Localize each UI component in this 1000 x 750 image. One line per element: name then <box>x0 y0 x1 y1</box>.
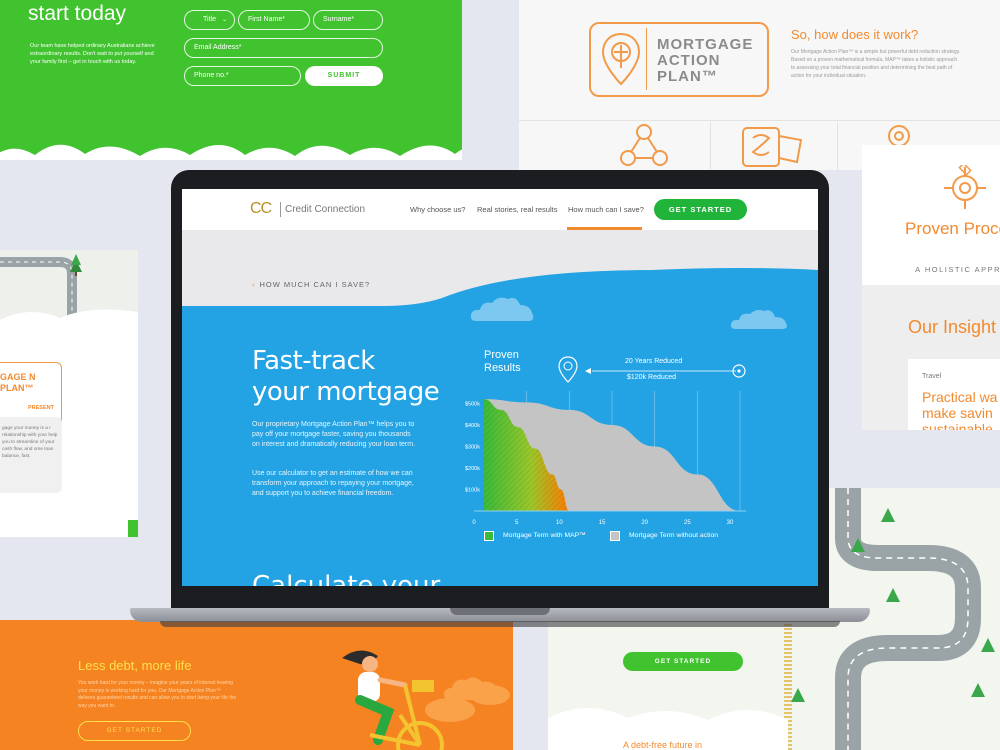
map-logo-text: MORTGAGE ACTION PLAN™ <box>657 36 754 85</box>
form-title: start today <box>28 2 127 25</box>
map-pin-icon <box>558 356 578 383</box>
money-icon <box>742 127 803 167</box>
insight-title: Practical wa make savin sustainable <box>922 389 998 430</box>
y-tick-label: $300k <box>465 444 480 450</box>
laptop-notch <box>450 608 550 615</box>
divider <box>837 122 838 170</box>
background-proven-panel: Proven Process A HOLISTIC APPROA Our Ins… <box>862 145 1000 430</box>
x-tick-label: 30 <box>727 520 734 526</box>
mini-card-text: gage your money is a r relationship with… <box>0 417 62 493</box>
x-tick-label: 15 <box>599 520 606 526</box>
cloud-icon <box>444 677 506 700</box>
legend-swatch-with-map <box>484 531 494 541</box>
email-field[interactable]: Email Address* <box>184 38 383 58</box>
form-description: Our team have helped ordinary Australian… <box>30 43 155 65</box>
y-tick-label: $200k <box>465 466 480 472</box>
surname-field[interactable]: Surname* <box>313 10 383 30</box>
laptop-shadow <box>160 621 840 627</box>
road-get-started-button[interactable]: GET STARTED <box>623 652 743 671</box>
insights-heading: Our Insight <box>908 317 997 337</box>
x-tick-label: 5 <box>515 520 519 526</box>
orange-get-started-button[interactable]: GET STARTED <box>78 721 191 741</box>
mini-card-title: GAGE N PLAN™ <box>0 372 36 393</box>
map-pin-icon <box>601 32 641 86</box>
map-question: So, how does it work? <box>791 27 919 42</box>
map-logo: MORTGAGE ACTION PLAN™ <box>589 22 769 97</box>
chevron-down-icon: ⌄ <box>221 17 227 23</box>
x-tick-label: 25 <box>684 520 691 526</box>
map-description: Our Mortgage Action Plan™ is a simple bu… <box>791 49 961 79</box>
x-tick-label: 20 <box>641 520 648 526</box>
legend-label-with-map: Mortgage Term with MAP™ <box>503 532 586 539</box>
y-tick-label: $400k <box>465 423 480 429</box>
background-orange-panel: Less debt, more life You work hard for y… <box>0 620 513 750</box>
proven-title: Proven Process <box>905 219 1000 238</box>
insight-tag: Travel <box>922 373 942 380</box>
connected-nodes-icon <box>620 124 668 166</box>
laptop-screen: CC Credit Connection Why choose us? Real… <box>182 189 818 586</box>
compass-icon <box>944 165 986 209</box>
legend-swatch-without-action <box>610 531 620 541</box>
x-tick-label: 10 <box>556 520 563 526</box>
divider <box>710 122 711 170</box>
submit-button[interactable]: SUBMIT <box>305 66 383 86</box>
road-bottom-text: A debt-free future in <box>623 740 703 750</box>
annotation-savings: $120k Reduced <box>627 374 677 381</box>
map-logo-divider <box>646 28 647 90</box>
orange-description: You work hard for your money – imagine y… <box>78 680 237 709</box>
legend-label-without-action: Mortgage Term without action <box>629 532 719 539</box>
y-tick-label: $500k <box>465 401 480 407</box>
y-tick-label: $100k <box>465 487 480 493</box>
phone-field[interactable]: Phone no.* <box>184 66 301 86</box>
arrow-left-icon <box>585 368 591 374</box>
x-tick-label: 0 <box>472 520 476 526</box>
insight-card[interactable]: Travel Practical wa make savin sustainab… <box>908 359 1000 430</box>
annotation-years: 20 Years Reduced <box>625 358 683 365</box>
results-chart: 0 5 10 15 20 25 30 $100k $200k $300k $400k $500k <box>465 356 746 526</box>
background-signup-panel: start today Our team have helped ordinar… <box>0 0 462 160</box>
orange-title: Less debt, more life <box>78 658 192 673</box>
title-select[interactable]: Title ⌄ <box>184 10 235 30</box>
title-select-value: Title <box>203 16 216 23</box>
present-label: PRESENT <box>28 405 54 411</box>
first-name-field[interactable]: First Name* <box>238 10 310 30</box>
road-illustration <box>0 254 138 330</box>
map-divider <box>519 120 1000 121</box>
proven-subtitle: A HOLISTIC APPROA <box>915 265 1000 274</box>
green-accent <box>128 520 138 537</box>
cloud-divider <box>0 144 462 160</box>
background-road-card: GAGE N PLAN™ PRESENT gage your money is … <box>0 250 138 537</box>
